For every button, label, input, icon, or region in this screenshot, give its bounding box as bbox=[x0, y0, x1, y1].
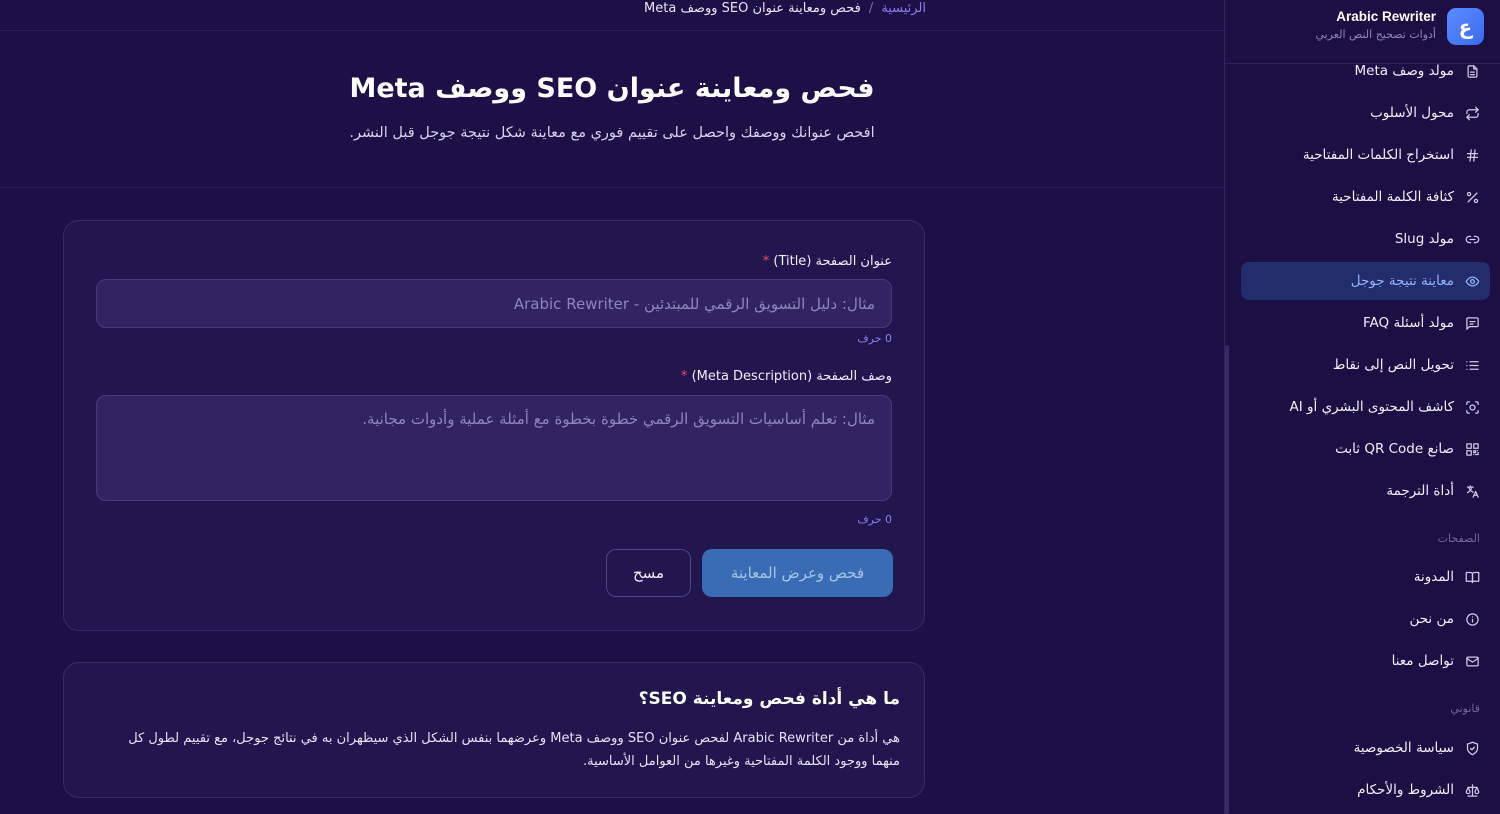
info-card: ما هي أداة فحص ومعاينة SEO؟ هي أداة من A… bbox=[63, 662, 925, 798]
seo-form-card: عنوان الصفحة (Title) * 0 حرف وصف الصفحة … bbox=[63, 220, 925, 631]
sidebar-item-privacy[interactable]: سياسة الخصوصية bbox=[1241, 729, 1490, 767]
sidebar-item-label: أداة الترجمة bbox=[1386, 483, 1454, 499]
breadcrumb-separator: / bbox=[868, 1, 874, 16]
sidebar-item-label: المدونة bbox=[1413, 569, 1454, 585]
title-input[interactable] bbox=[96, 279, 892, 328]
sidebar-item-label: تحويل النص إلى نقاط bbox=[1332, 357, 1454, 373]
list-icon bbox=[1464, 357, 1480, 373]
sidebar-item-label: معاينة نتيجة جوجل bbox=[1350, 273, 1454, 289]
book-icon bbox=[1464, 569, 1480, 585]
top-bar: الرئيسية / فحص ومعاينة عنوان SEO ووصف Me… bbox=[0, 0, 1224, 31]
sidebar-item-qr-code[interactable]: صانع QR Code ثابت bbox=[1241, 430, 1490, 468]
translate-icon bbox=[1464, 483, 1480, 499]
sidebar-item-text-to-bullets[interactable]: تحويل النص إلى نقاط bbox=[1241, 346, 1490, 384]
sidebar-scrollbar[interactable] bbox=[1225, 345, 1229, 814]
brand-subtitle: أدوات تصحيح النص العربي bbox=[1315, 28, 1436, 41]
qr-icon bbox=[1464, 441, 1480, 457]
required-mark: * bbox=[762, 254, 770, 269]
description-field-label: وصف الصفحة (Meta Description) * bbox=[681, 369, 892, 384]
section-label-legal: قانوني bbox=[1450, 702, 1480, 715]
info-body: هي أداة من Arabic Rewriter لفحص عنوان SE… bbox=[128, 731, 900, 769]
required-mark: * bbox=[680, 369, 688, 384]
title-char-counter: 0 حرف bbox=[857, 332, 892, 345]
sidebar-item-label: مولد Slug bbox=[1394, 231, 1454, 247]
brand-logo: ع bbox=[1447, 8, 1484, 45]
sidebar-item-google-preview[interactable]: معاينة نتيجة جوجل bbox=[1241, 262, 1490, 300]
mail-icon bbox=[1464, 653, 1480, 669]
sidebar-item-keyword-density[interactable]: كثافة الكلمة المفتاحية bbox=[1241, 178, 1490, 216]
sidebar-item-contact[interactable]: تواصل معنا bbox=[1241, 642, 1490, 680]
sidebar-item-label: مولد أسئلة FAQ bbox=[1363, 315, 1454, 331]
sidebar-item-label: تواصل معنا bbox=[1391, 653, 1454, 669]
page-subtitle: افحص عنوانك ووصفك واحصل على تقييم فوري م… bbox=[349, 125, 875, 141]
sidebar-item-label: سياسة الخصوصية bbox=[1353, 740, 1454, 756]
sidebar-item-slug-generator[interactable]: مولد Slug bbox=[1241, 220, 1490, 258]
sidebar-item-label: صانع QR Code ثابت bbox=[1335, 441, 1454, 457]
sidebar: ع Arabic Rewriter أدوات تصحيح النص العرب… bbox=[1224, 0, 1500, 814]
sidebar-item-label: محول الأسلوب bbox=[1370, 105, 1454, 121]
info-heading: ما هي أداة فحص ومعاينة SEO؟ bbox=[638, 689, 900, 709]
scan-icon bbox=[1464, 399, 1480, 415]
percent-icon bbox=[1464, 189, 1480, 205]
sidebar-item-translation[interactable]: أداة الترجمة bbox=[1241, 472, 1490, 510]
section-label-pages: الصفحات bbox=[1437, 532, 1480, 545]
sidebar-item-label: الشروط والأحكام bbox=[1357, 782, 1454, 798]
hash-icon bbox=[1464, 147, 1480, 163]
sidebar-item-faq-generator[interactable]: مولد أسئلة FAQ bbox=[1241, 304, 1490, 342]
document-icon bbox=[1464, 63, 1480, 79]
title-field-label: عنوان الصفحة (Title) * bbox=[763, 254, 892, 269]
scale-icon bbox=[1464, 782, 1480, 798]
sidebar-item-label: كثافة الكلمة المفتاحية bbox=[1331, 189, 1454, 205]
page-header: فحص ومعاينة عنوان SEO ووصف Meta افحص عنو… bbox=[0, 31, 1224, 188]
link-icon bbox=[1464, 231, 1480, 247]
clear-button[interactable]: مسح bbox=[606, 549, 691, 597]
sidebar-item-label: مولد وصف Meta bbox=[1354, 63, 1454, 79]
info-icon bbox=[1464, 611, 1480, 627]
sidebar-item-about[interactable]: من نحن bbox=[1241, 600, 1490, 638]
sidebar-item-label: استخراج الكلمات المفتاحية bbox=[1302, 147, 1454, 163]
description-char-counter: 0 حرف bbox=[857, 513, 892, 526]
sidebar-item-meta-generator[interactable]: مولد وصف Meta bbox=[1241, 52, 1490, 90]
description-label-text: وصف الصفحة (Meta Description) bbox=[691, 369, 892, 384]
eye-icon bbox=[1464, 273, 1480, 289]
repeat-icon bbox=[1464, 105, 1480, 121]
sidebar-item-blog[interactable]: المدونة bbox=[1241, 558, 1490, 596]
breadcrumb: الرئيسية / فحص ومعاينة عنوان SEO ووصف Me… bbox=[644, 1, 926, 16]
sidebar-item-terms[interactable]: الشروط والأحكام bbox=[1241, 771, 1490, 809]
brand-name: Arabic Rewriter bbox=[1336, 9, 1436, 24]
breadcrumb-current: فحص ومعاينة عنوان SEO ووصف Meta bbox=[644, 1, 861, 16]
sidebar-item-keyword-extraction[interactable]: استخراج الكلمات المفتاحية bbox=[1241, 136, 1490, 174]
page-title: فحص ومعاينة عنوان SEO ووصف Meta bbox=[349, 73, 875, 104]
title-label-text: عنوان الصفحة (Title) bbox=[773, 254, 892, 269]
check-preview-button[interactable]: فحص وعرض المعاينة bbox=[702, 549, 893, 597]
description-textarea[interactable] bbox=[96, 395, 892, 501]
breadcrumb-home-link[interactable]: الرئيسية bbox=[881, 1, 926, 16]
sidebar-item-style-converter[interactable]: محول الأسلوب bbox=[1241, 94, 1490, 132]
sidebar-item-label: كاشف المحتوى البشري أو AI bbox=[1289, 399, 1454, 415]
sidebar-item-ai-detector[interactable]: كاشف المحتوى البشري أو AI bbox=[1241, 388, 1490, 426]
sidebar-item-label: من نحن bbox=[1409, 611, 1454, 627]
shield-icon bbox=[1464, 740, 1480, 756]
message-icon bbox=[1464, 315, 1480, 331]
